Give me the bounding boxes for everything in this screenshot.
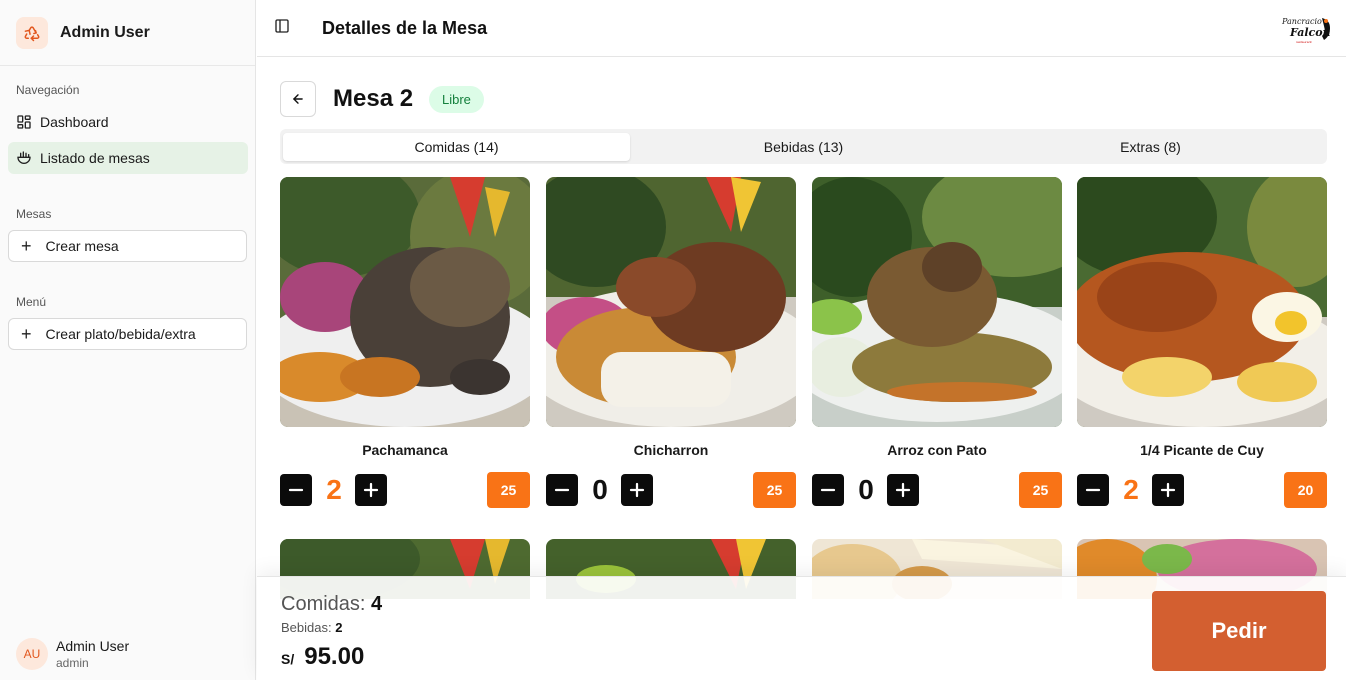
dish-card: Chicharron 0 25 — [546, 177, 796, 508]
quantity-stepper: 2 20 — [1077, 472, 1327, 508]
bebidas-count: 2 — [335, 620, 343, 635]
comidas-count: 4 — [371, 593, 383, 615]
menu-heading: Menú — [16, 295, 47, 309]
plus-icon — [363, 482, 379, 498]
price-badge: 25 — [1019, 472, 1062, 508]
dish-card: Pachamanca 2 25 — [280, 177, 530, 508]
increment-button[interactable] — [355, 474, 387, 506]
plus-icon: + — [21, 236, 32, 256]
minus-icon — [1085, 488, 1101, 492]
user-role: admin — [56, 656, 89, 670]
quantity-stepper: 2 25 — [280, 472, 530, 508]
dish-image[interactable] — [1077, 177, 1327, 427]
sidebar-item-label: Dashboard — [40, 114, 109, 130]
order-button[interactable]: Pedir — [1152, 591, 1326, 671]
app-title: Admin User — [60, 23, 150, 41]
dish-name: Pachamanca — [362, 442, 448, 458]
mesas-heading: Mesas — [16, 207, 52, 221]
increment-button[interactable] — [621, 474, 653, 506]
recycle-logo-icon — [16, 16, 48, 49]
increment-button[interactable] — [1152, 474, 1184, 506]
create-table-label: Crear mesa — [45, 238, 119, 254]
top-header: Detalles de la Mesa Pancracio Falcon res… — [257, 0, 1346, 57]
category-tabs: Comidas (14) Bebidas (13) Extras (8) — [280, 129, 1327, 164]
quantity-value: 2 — [1123, 474, 1139, 505]
page-title: Detalles de la Mesa — [322, 17, 488, 38]
dish-name: 1/4 Picante de Cuy — [1140, 442, 1264, 458]
decrement-button[interactable] — [1077, 474, 1109, 506]
quantity-stepper: 0 25 — [812, 472, 1062, 508]
bebidas-summary: Bebidas: 2 — [281, 620, 342, 635]
sidebar: Admin User Navegación Dashboard Listado … — [0, 0, 256, 680]
minus-icon — [820, 488, 836, 492]
svg-text:restaurant: restaurant — [1296, 40, 1312, 44]
order-total: S/ 95.00 — [281, 643, 364, 671]
bowl-icon — [17, 151, 31, 164]
user-name: Admin User — [56, 638, 130, 654]
brand-logo: Pancracio Falcon restaurant — [1280, 12, 1334, 46]
total-amount: 95.00 — [304, 643, 365, 670]
quantity-value: 0 — [858, 474, 874, 505]
minus-icon — [554, 488, 570, 492]
svg-text:Pancracio: Pancracio — [1281, 17, 1322, 26]
plus-icon — [1160, 482, 1176, 498]
decrement-button[interactable] — [280, 474, 312, 506]
back-button[interactable] — [280, 81, 316, 117]
user-profile[interactable]: AU Admin User admin — [16, 638, 129, 670]
dish-card: Arroz con Pato 0 25 — [812, 177, 1062, 508]
sidebar-header: Admin User — [0, 0, 255, 66]
sidebar-item-listado-mesas[interactable]: Listado de mesas — [8, 142, 248, 174]
price-badge: 25 — [487, 472, 530, 508]
dish-card: 1/4 Picante de Cuy 2 20 — [1077, 177, 1327, 508]
sidebar-item-label: Listado de mesas — [40, 150, 150, 166]
sidebar-item-dashboard[interactable]: Dashboard — [8, 106, 248, 138]
dish-image[interactable] — [812, 177, 1062, 427]
nav-heading: Navegación — [16, 83, 80, 97]
decrement-button[interactable] — [812, 474, 844, 506]
comidas-label: Comidas: — [281, 593, 366, 615]
dish-image[interactable] — [280, 177, 530, 427]
create-table-button[interactable]: + Crear mesa — [8, 230, 247, 262]
dish-name: Arroz con Pato — [887, 442, 987, 458]
currency-symbol: S/ — [281, 651, 295, 667]
tab-comidas[interactable]: Comidas (14) — [283, 133, 630, 161]
quantity-value: 2 — [326, 474, 342, 505]
bebidas-label: Bebidas: — [281, 620, 332, 635]
plus-icon — [629, 482, 645, 498]
tab-extras[interactable]: Extras (8) — [977, 133, 1324, 161]
price-badge: 25 — [753, 472, 796, 508]
price-badge: 20 — [1284, 472, 1327, 508]
plus-icon — [895, 482, 911, 498]
increment-button[interactable] — [887, 474, 919, 506]
dish-name: Chicharron — [633, 442, 709, 458]
minus-icon — [288, 488, 304, 492]
arrow-left-icon — [293, 94, 303, 104]
quantity-value: 0 — [592, 474, 608, 505]
status-badge: Libre — [429, 86, 484, 113]
tab-bebidas[interactable]: Bebidas (13) — [630, 133, 977, 161]
comidas-summary: Comidas: 4 — [281, 593, 382, 616]
quantity-stepper: 0 25 — [546, 472, 796, 508]
avatar: AU — [16, 638, 48, 670]
dashboard-icon — [17, 115, 31, 129]
create-item-button[interactable]: + Crear plato/bebida/extra — [8, 318, 247, 350]
decrement-button[interactable] — [546, 474, 578, 506]
table-title: Mesa 2 — [333, 85, 414, 112]
dish-image[interactable] — [546, 177, 796, 427]
sidebar-toggle-icon[interactable] — [274, 18, 290, 39]
create-item-label: Crear plato/bebida/extra — [45, 326, 196, 342]
order-summary-bar: Comidas: 4 Bebidas: 2 S/ 95.00 Pedir — [257, 576, 1346, 680]
plus-icon: + — [21, 324, 32, 344]
